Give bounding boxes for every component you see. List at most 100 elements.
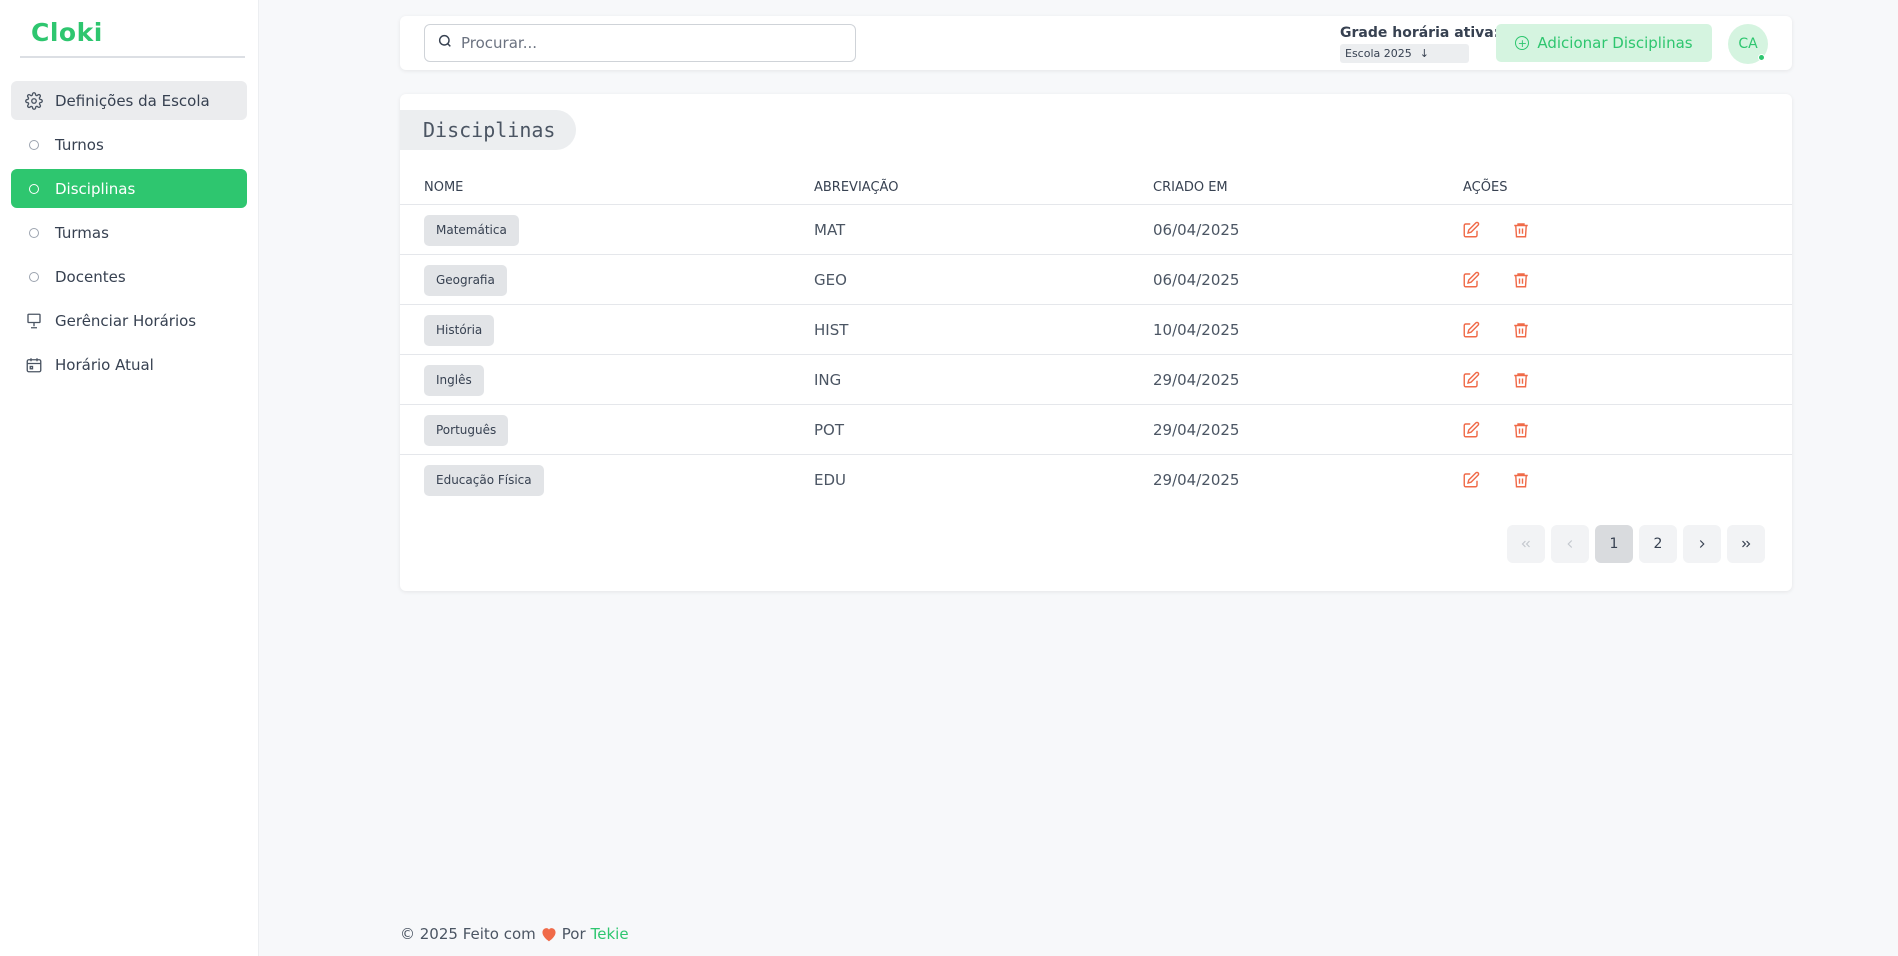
sidebar-item-turmas[interactable]: Turmas [11,213,247,252]
table-row: Educação Física EDU 29/04/2025 [400,455,1792,505]
cell-criado-em: 10/04/2025 [1153,321,1240,339]
disciplina-badge: Português [424,414,509,446]
cell-nome: História [424,305,495,355]
table-row: Matemática MAT 06/04/2025 [400,205,1792,255]
avatar-initials: CA [1738,36,1758,52]
trash-icon[interactable] [1510,469,1532,491]
circle-icon [25,268,43,286]
edit-icon[interactable] [1460,469,1482,491]
active-schedule-value: Escola 2025 [1345,47,1412,60]
edit-icon[interactable] [1460,219,1482,241]
sidebar-item-label: Gerênciar Horários [55,311,197,330]
add-disciplinas-button[interactable]: + Adicionar Disciplinas [1496,24,1712,62]
cell-abreviacao: HIST [814,321,849,339]
cell-abreviacao: ING [814,371,842,389]
trash-icon[interactable] [1510,419,1532,441]
cell-criado-em: 06/04/2025 [1153,271,1240,289]
footer-author-link[interactable]: Tekie [591,925,629,943]
sidebar-item-label: Docentes [55,267,126,286]
table-row: História HIST 10/04/2025 [400,305,1792,355]
sidebar-item-label: Horário Atual [55,355,154,374]
page-title: Disciplinas [400,110,576,150]
divider [20,56,245,58]
circle-icon [25,136,43,154]
disciplina-badge: Educação Física [424,464,544,496]
calendar-icon [25,356,43,374]
table-row: Geografia GEO 06/04/2025 [400,255,1792,305]
circle-icon [25,224,43,242]
presentation-icon [25,312,43,330]
sidebar-item-label: Definições da Escola [55,91,210,110]
last-page-button[interactable] [1727,525,1765,563]
disciplina-badge: Inglês [424,364,484,396]
cell-criado-em: 29/04/2025 [1153,421,1240,439]
avatar[interactable]: CA [1728,24,1768,64]
sidebar-item-label: Turmas [55,223,109,242]
trash-icon[interactable] [1510,319,1532,341]
cell-abreviacao: GEO [814,271,847,289]
active-schedule: Grade horária ativa: Escola 2025 ↓ [1340,25,1499,63]
table-row: Português POT 29/04/2025 [400,405,1792,455]
table-body: Matemática MAT 06/04/2025 Geografia GEO 06/04… [400,205,1792,505]
circle-icon [25,180,43,198]
cell-nome: Inglês [424,355,484,405]
cell-criado-em: 06/04/2025 [1153,221,1240,239]
edit-icon[interactable] [1460,369,1482,391]
top-bar: Grade horária ativa: Escola 2025 ↓ + Adi… [400,16,1792,70]
column-header-nome: Nome [424,179,464,195]
cell-nome: Educação Física [424,455,544,505]
sidebar-item-turnos[interactable]: Turnos [11,125,247,164]
cell-abreviacao: MAT [814,221,846,239]
add-button-label: Adicionar Disciplinas [1537,34,1693,52]
cell-criado-em: 29/04/2025 [1153,371,1240,389]
sidebar-item-horario-atual[interactable]: Horário Atual [11,345,247,384]
cell-nome: Matemática [424,205,519,255]
sidebar-item-disciplinas[interactable]: Disciplinas [11,169,247,208]
active-schedule-select[interactable]: Escola 2025 ↓ [1340,44,1469,63]
disciplinas-card: Disciplinas Nome Abreviação Criado em Aç… [400,94,1792,591]
online-status-dot [1758,54,1765,61]
plus-circle-icon: + [1515,36,1530,50]
disciplina-badge: Geografia [424,264,507,296]
cell-criado-em: 29/04/2025 [1153,471,1240,489]
column-header-abreviacao: Abreviação [814,179,899,195]
footer-text: © 2025 Feito com [400,925,536,943]
sidebar-item-gerenciar-horarios[interactable]: Gerênciar Horários [11,301,247,340]
sidebar-nav: Definições da Escola Turnos Disciplinas … [11,81,247,389]
prev-page-button[interactable] [1551,525,1589,563]
sidebar-item-definicoes-escola[interactable]: Definições da Escola [11,81,247,120]
page-button-2[interactable]: 2 [1639,525,1677,563]
edit-icon[interactable] [1460,319,1482,341]
page-button-1[interactable]: 1 [1595,525,1633,563]
table-header: Nome Abreviação Criado em Ações [400,169,1792,205]
active-schedule-label: Grade horária ativa: [1340,25,1500,41]
app-logo[interactable]: Cloki [31,18,103,47]
cell-nome: Geografia [424,255,507,305]
column-header-acoes: Ações [1463,179,1508,195]
disciplina-badge: Matemática [424,214,519,246]
search-input[interactable] [461,34,841,52]
pagination: 1 2 [1507,525,1765,563]
disciplina-badge: História [424,314,495,346]
trash-icon[interactable] [1510,369,1532,391]
footer: © 2025 Feito com Por Tekie [400,925,629,943]
table-row: Inglês ING 29/04/2025 [400,355,1792,405]
cell-nome: Português [424,405,509,455]
edit-icon[interactable] [1460,269,1482,291]
sidebar-item-label: Disciplinas [55,179,136,198]
trash-icon[interactable] [1510,269,1532,291]
sidebar-item-label: Turnos [55,135,104,154]
sidebar-item-docentes[interactable]: Docentes [11,257,247,296]
column-header-criado-em: Criado em [1153,179,1228,195]
gear-icon [25,91,43,110]
edit-icon[interactable] [1460,419,1482,441]
cell-abreviacao: POT [814,421,845,439]
cell-abreviacao: EDU [814,471,847,489]
next-page-button[interactable] [1683,525,1721,563]
trash-icon[interactable] [1510,219,1532,241]
search-icon [437,33,453,53]
first-page-button[interactable] [1507,525,1545,563]
arrow-down-icon: ↓ [1419,47,1429,60]
search-box[interactable] [424,24,856,62]
sidebar: Cloki Definições da Escola Turnos Discip… [0,0,259,956]
